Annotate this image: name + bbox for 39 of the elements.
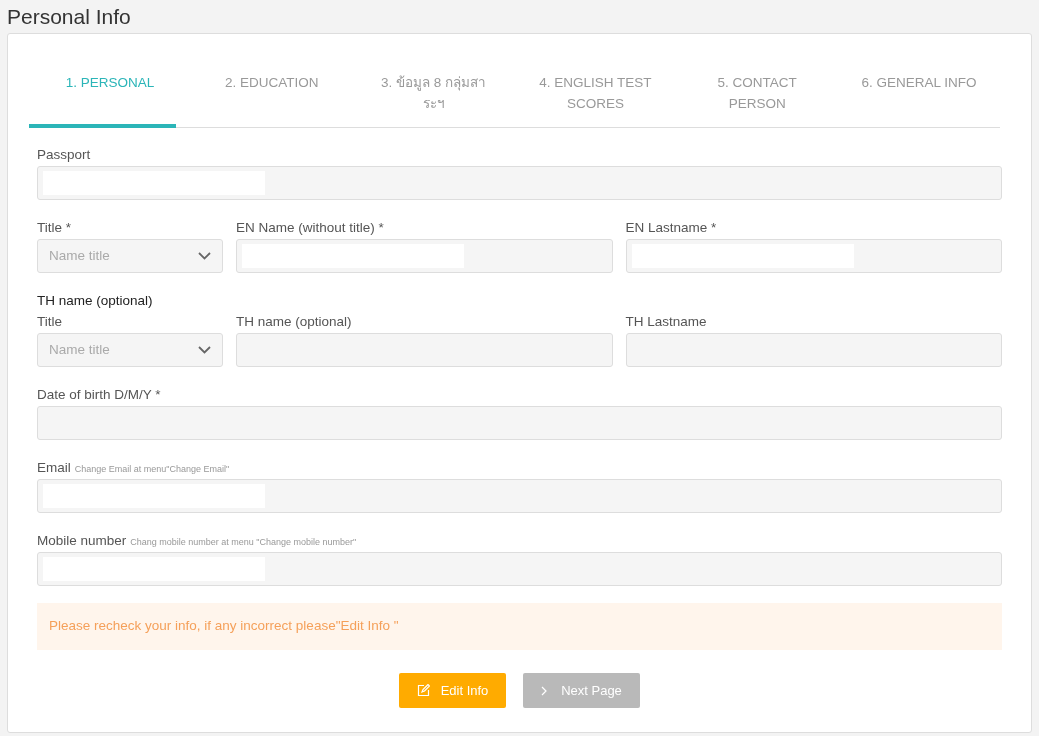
step-tab[interactable]: 3. ข้อมูล 8 กลุ่มสาระฯ xyxy=(358,72,509,114)
edit-info-button[interactable]: Edit Info xyxy=(399,673,506,708)
field-label: EN Name (without title) * xyxy=(236,219,384,237)
edit-icon xyxy=(416,684,430,697)
next-page-button[interactable]: Next Page xyxy=(523,673,640,708)
field-label: EN Lastname * xyxy=(625,219,717,237)
title-select[interactable]: Name title xyxy=(37,333,223,367)
chevron-down-icon xyxy=(198,252,211,260)
select-placeholder: Name title xyxy=(49,246,110,265)
title-select[interactable]: Name title xyxy=(37,239,223,273)
field-label: TH name (optional) xyxy=(236,313,352,331)
field-hint: Chang mobile number at menu "Change mobile number" xyxy=(130,536,357,549)
field-label: Mobile number xyxy=(37,532,127,550)
info-alert: Please recheck your info, if any incorrect please"Edit Info " xyxy=(37,603,1002,650)
step-tab[interactable]: 1. PERSONAL xyxy=(53,72,167,93)
input-field[interactable] xyxy=(625,333,1002,367)
step-tab[interactable]: 4. ENGLISH TEST SCORES xyxy=(520,72,671,114)
field-hint: Change Email at menu"Change Email" xyxy=(74,463,230,476)
input-field[interactable] xyxy=(37,406,1002,440)
input-field[interactable] xyxy=(236,239,613,273)
field-label: Passport xyxy=(37,146,91,164)
input-field[interactable] xyxy=(37,479,1002,513)
input-field[interactable] xyxy=(37,552,1002,586)
step-tab[interactable]: 2. EDUCATION xyxy=(213,72,331,93)
chevron-down-icon xyxy=(198,346,211,354)
field-label: Email xyxy=(37,459,71,477)
input-field[interactable] xyxy=(236,333,613,367)
field-label: Date of birth D/M/Y * xyxy=(37,386,161,404)
select-placeholder: Name title xyxy=(49,340,110,359)
step-tab[interactable]: 6. GENERAL INFO xyxy=(849,72,989,93)
chevron-right-icon xyxy=(541,685,548,696)
section-heading: TH name (optional) xyxy=(37,292,154,310)
page-title: Personal Info xyxy=(7,4,132,30)
field-label: Title * xyxy=(37,219,71,237)
input-field[interactable] xyxy=(625,239,1002,273)
step-tab[interactable]: 5. CONTACT PERSON xyxy=(682,72,833,114)
field-label: Title xyxy=(37,313,62,331)
input-field[interactable] xyxy=(37,166,1002,200)
field-label: TH Lastname xyxy=(625,313,707,331)
